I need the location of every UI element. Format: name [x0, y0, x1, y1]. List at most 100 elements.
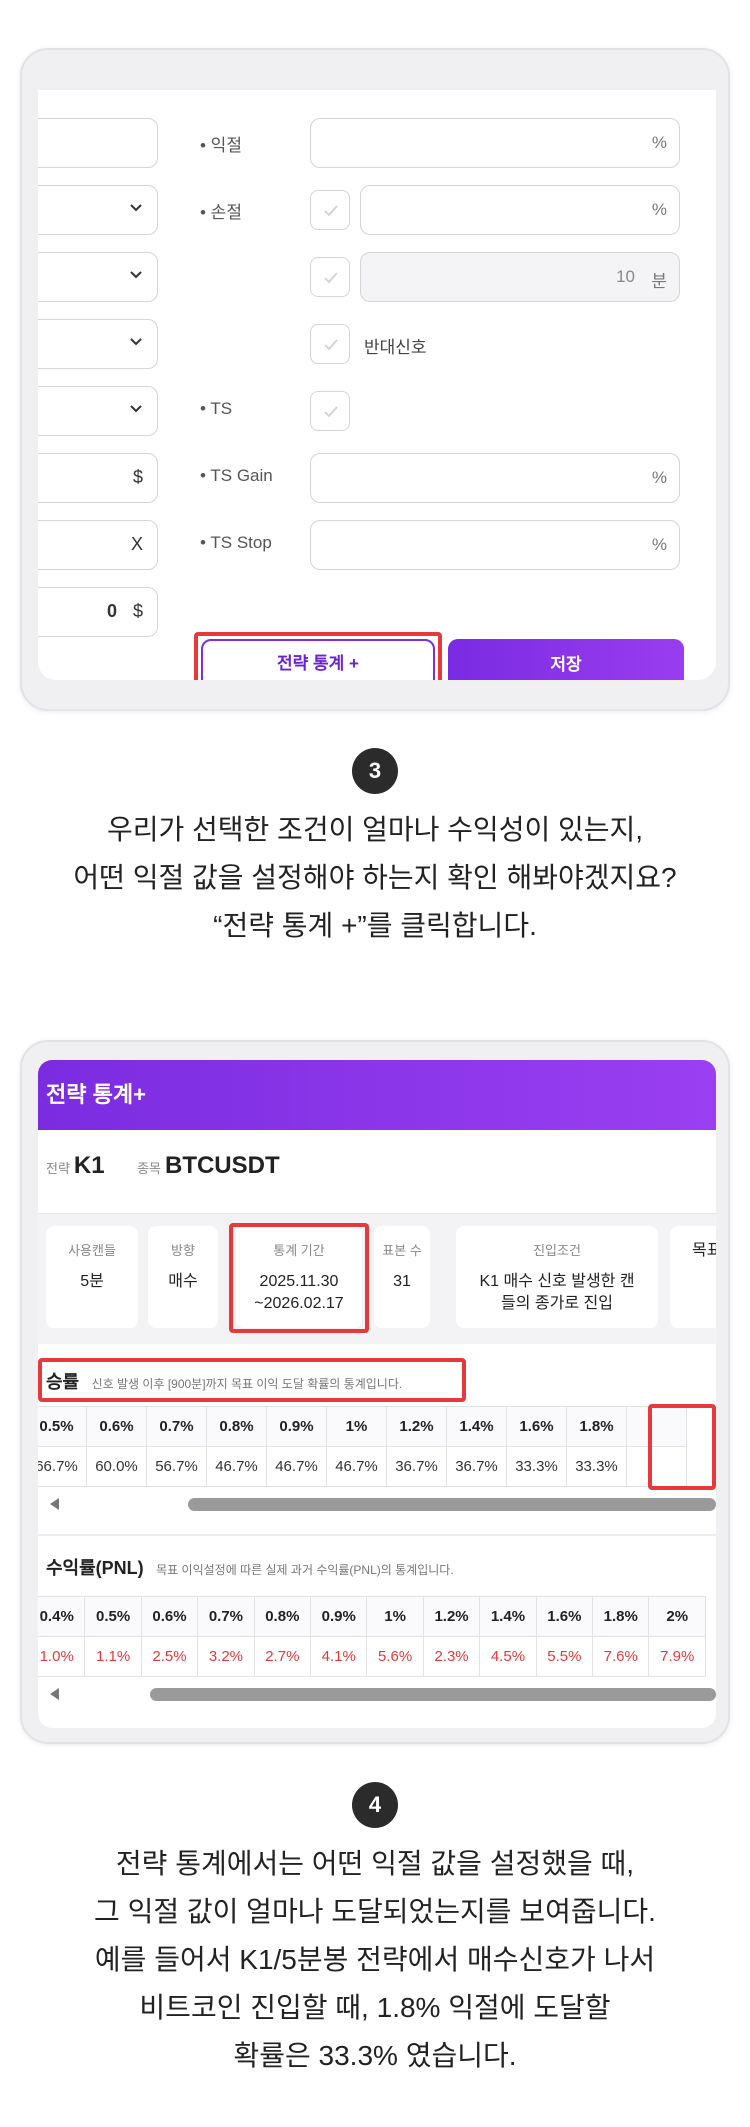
winrate-scrollbar[interactable] [38, 1494, 716, 1514]
caption-line: 어떤 익절 값을 설정해야 하는지 확인 해봐야겠지요? [73, 862, 677, 893]
pnl-title: 수익률(PNL) [46, 1558, 144, 1578]
info-title: 사용캔들 [68, 1243, 116, 1258]
take-profit-input[interactable]: % [310, 118, 680, 168]
entry-line-1: K1 매수 신호 발생한 캔 [479, 1273, 635, 1290]
stats-panel-title: 전략 통계+ [38, 1060, 716, 1130]
table-row: 1.0% 1.1% 2.5% 3.2% 2.7% 4.1% 5.6% 2.3% … [38, 1636, 706, 1677]
divider [38, 1534, 716, 1536]
info-boxes: 사용캔들 5분 방향 매수 통계 기간 2025.11.30 ~2026.02.… [38, 1214, 716, 1344]
left-multiplier-input[interactable]: X [38, 520, 158, 570]
highlight-box [38, 1358, 466, 1402]
ts-stop-input[interactable]: % [310, 520, 680, 570]
header-cell: 1% [366, 1596, 424, 1637]
info-value: K1 매수 신호 발생한 캔 들의 종가로 진입 [456, 1271, 658, 1315]
step-number-badge: 3 [352, 748, 398, 794]
check-icon [324, 205, 338, 217]
strategy-value: K1 [73, 1152, 105, 1179]
chevron-down-icon [130, 338, 142, 346]
value-cell: 5.6% [366, 1636, 424, 1677]
highlight-box [194, 632, 442, 680]
scroll-left-icon[interactable] [50, 1498, 59, 1510]
value-cell: 36.7% [446, 1446, 507, 1487]
value-cell: 5.5% [535, 1636, 594, 1677]
value-cell: 7.6% [592, 1636, 650, 1677]
ts-gain-input[interactable]: % [310, 453, 680, 503]
header-cell: 0.6% [140, 1596, 199, 1637]
time-exit-checkbox[interactable] [310, 257, 350, 297]
info-value: 매수 [168, 1273, 198, 1290]
info-title: 방향 [171, 1243, 195, 1258]
take-profit-label: • 익절 [200, 136, 242, 155]
header-cell: 0.9% [266, 1406, 327, 1447]
value-cell: 66.7% [38, 1446, 87, 1487]
pnl-section-title: 수익률(PNL) 목표 이익설정에 따른 실제 과거 수익률(PNL)의 통계입… [46, 1554, 454, 1580]
value-cell: 46.7% [206, 1446, 267, 1487]
stop-loss-label: • 손절 [200, 203, 242, 222]
pnl-scrollbar[interactable] [38, 1684, 716, 1704]
info-value: 5분 [80, 1273, 104, 1290]
step-3-caption: 우리가 선택한 조건이 얼마나 수익성이 있는지, 어떤 익절 값을 설정해야 … [0, 806, 750, 950]
stop-loss-input[interactable]: % [360, 185, 680, 235]
left-select-3[interactable] [38, 319, 158, 369]
pnl-description: 목표 이익설정에 따른 실제 과거 수익률(PNL)의 통계입니다. [156, 1563, 454, 1577]
time-value: 10 [616, 267, 635, 286]
header-cell: 1.4% [479, 1596, 537, 1637]
unit-label: % [651, 200, 667, 219]
left-amount-input[interactable]: 0 $ [38, 587, 158, 637]
left-select-1[interactable] [38, 185, 158, 235]
ts-gain-label: • TS Gain [200, 466, 273, 485]
value-cell: 2.7% [253, 1636, 312, 1677]
stop-loss-checkbox[interactable] [310, 190, 350, 230]
info-box-sample: 표본 수 31 [374, 1226, 430, 1328]
info-value: 31 [393, 1273, 411, 1290]
value-cell: 1.1% [84, 1636, 142, 1677]
unit-label: % [651, 468, 667, 487]
scrollbar-thumb[interactable] [150, 1688, 716, 1701]
scroll-left-icon[interactable] [50, 1688, 59, 1700]
value-cell: 33.3% [566, 1446, 627, 1487]
left-select-2[interactable] [38, 252, 158, 302]
table-header-row: 0.5% 0.6% 0.7% 0.8% 0.9% 1% 1.2% 1.4% 1.… [38, 1406, 687, 1447]
opposite-signal-label: 반대신호 [364, 338, 427, 357]
save-button[interactable]: 저장 [448, 639, 684, 680]
pnl-table: 0.4% 0.5% 0.6% 0.7% 0.8% 0.9% 1% 1.2% 1.… [38, 1596, 706, 1677]
opposite-signal-checkbox[interactable] [310, 324, 350, 364]
left-input-1[interactable] [38, 118, 158, 168]
unit-label: 분 [651, 272, 667, 291]
check-icon [324, 406, 338, 418]
chevron-down-icon [130, 405, 142, 413]
scrollbar-thumb[interactable] [188, 1498, 716, 1511]
value-cell: 46.7% [266, 1446, 327, 1487]
info-box-entry-condition: 진입조건 K1 매수 신호 발생한 캔 들의 종가로 진입 [456, 1226, 658, 1328]
caption-line: 우리가 선택한 조건이 얼마나 수익성이 있는지, [106, 814, 644, 845]
header-cell: 0.8% [206, 1406, 267, 1447]
header-cell: 0.6% [86, 1406, 147, 1447]
info-title: 표본 수 [382, 1243, 422, 1258]
unit-label: $ [132, 601, 143, 621]
value-cell: 36.7% [386, 1446, 447, 1487]
value-cell: 7.9% [648, 1636, 706, 1677]
caption-line: 비트코인 진입할 때, 1.8% 익절에 도달할 [139, 1992, 611, 2023]
unit-label: $ [132, 467, 143, 487]
header-cell: 0.5% [38, 1406, 87, 1447]
caption-line: 예를 들어서 K1/5분봉 전략에서 매수신호가 나서 [94, 1944, 656, 1975]
header-cell: 1% [326, 1406, 387, 1447]
left-select-4[interactable] [38, 386, 158, 436]
value-cell: 2.3% [422, 1636, 481, 1677]
value-cell: 4.5% [479, 1636, 537, 1677]
info-box-direction: 방향 매수 [148, 1226, 218, 1328]
check-icon [324, 339, 338, 351]
header-cell: 1.8% [566, 1406, 627, 1447]
header-cell: 2% [648, 1596, 706, 1637]
value-cell: 4.1% [310, 1636, 368, 1677]
caption-line: 확률은 33.3% 였습니다. [233, 2040, 517, 2071]
unit-label: X [130, 534, 143, 554]
time-exit-input[interactable]: 10 분 [360, 252, 680, 302]
left-dollar-input[interactable]: $ [38, 453, 158, 503]
info-box-target: 목표 [670, 1226, 716, 1328]
ts-checkbox[interactable] [310, 391, 350, 431]
header-cell: 0.4% [38, 1596, 86, 1637]
unit-label: % [651, 133, 667, 152]
step-4-caption: 전략 통계에서는 어떤 익절 값을 설정했을 때, 그 익절 값이 얼마나 도달… [0, 1840, 750, 2080]
header-cell: 1.2% [386, 1406, 447, 1447]
